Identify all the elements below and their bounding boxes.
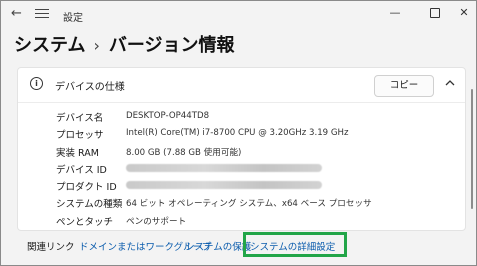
spec-row-device-name: デバイス名 DESKTOP-OP44TD8	[18, 108, 465, 125]
page-title: バージョン情報	[108, 35, 235, 56]
info-icon: i	[30, 77, 43, 90]
spec-key: 実装 RAM	[56, 147, 99, 159]
close-icon[interactable]: ✕	[456, 6, 472, 20]
spec-key: ペンとタッチ	[56, 216, 114, 228]
device-specs-title: デバイスの仕様	[55, 82, 125, 93]
spec-key: プロセッサ	[56, 130, 104, 142]
spec-value: ペンのサポート	[126, 216, 187, 227]
system-protection-link[interactable]: システムの保護	[185, 239, 251, 253]
spec-row-pen-touch: ペンとタッチ ペンのサポート	[18, 212, 465, 229]
redacted-value	[126, 181, 322, 190]
copy-button[interactable]: コピー	[374, 75, 434, 97]
scrollbar[interactable]	[471, 89, 473, 209]
minimize-icon[interactable]: —	[387, 6, 403, 20]
redacted-value	[126, 163, 322, 172]
back-arrow-icon[interactable]: ←	[11, 7, 25, 21]
chevron-up-icon[interactable]	[444, 77, 456, 89]
divider	[18, 102, 465, 103]
window-title: 設定	[63, 13, 83, 24]
spec-row-processor: プロセッサ Intel(R) Core(TM) i7-8700 CPU @ 3.…	[18, 125, 465, 142]
spec-value: 8.00 GB (7.88 GB 使用可能)	[126, 147, 242, 158]
spec-value: DESKTOP-OP44TD8	[126, 111, 210, 121]
settings-window: ← 設定 — ✕ システム › バージョン情報 i デバイスの仕様 コピー デバイス…	[0, 0, 477, 266]
maximize-icon[interactable]	[430, 8, 440, 18]
spec-key: システムの種類	[56, 199, 123, 211]
spec-key: プロダクト ID	[56, 182, 117, 194]
breadcrumb-parent[interactable]: システム	[14, 35, 85, 56]
hamburger-menu-icon[interactable]	[35, 7, 49, 21]
device-specs-header[interactable]: i デバイスの仕様 コピー	[18, 68, 465, 102]
spec-row-system-type: システムの種類 64 ビット オペレーティング システム、x64 ベース プロセ…	[18, 194, 465, 211]
related-links-bar: 関連リンク ドメインまたはワークグループ システムの保護 システムの詳細設定	[17, 229, 464, 261]
related-links-label: 関連リンク	[27, 242, 75, 253]
breadcrumb: システム › バージョン情報	[14, 31, 235, 57]
breadcrumb-separator-icon: ›	[93, 36, 100, 55]
spec-row-product-id: プロダクト ID	[18, 177, 465, 194]
device-specs-card: i デバイスの仕様 コピー デバイス名 DESKTOP-OP44TD8 プロセッ…	[17, 67, 466, 231]
spec-list: デバイス名 DESKTOP-OP44TD8 プロセッサ Intel(R) Cor…	[18, 108, 465, 229]
spec-key: デバイス ID	[56, 164, 107, 176]
spec-key: デバイス名	[56, 113, 104, 124]
highlight-box	[243, 232, 347, 257]
spec-row-device-id: デバイス ID	[18, 160, 465, 177]
spec-value: Intel(R) Core(TM) i7-8700 CPU @ 3.20GHz …	[126, 128, 349, 139]
title-bar: ← 設定 — ✕	[1, 1, 476, 29]
spec-value: 64 ビット オペレーティング システム、x64 ベース プロセッサ	[126, 199, 372, 210]
spec-row-ram: 実装 RAM 8.00 GB (7.88 GB 使用可能)	[18, 143, 465, 160]
